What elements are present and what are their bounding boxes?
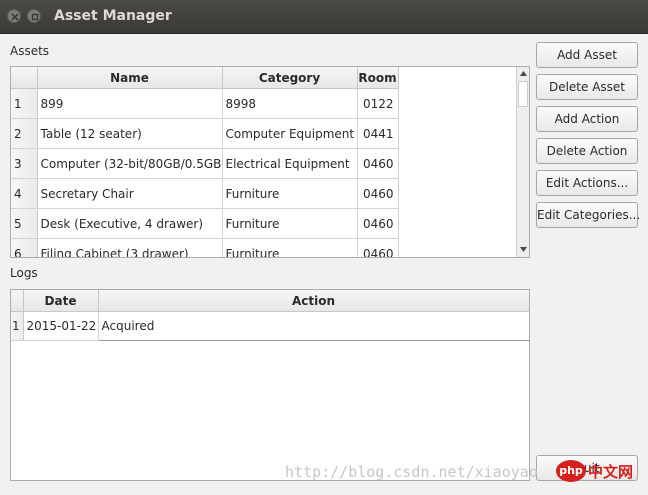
table-row[interactable]: 5 Desk (Executive, 4 drawer) Furniture 0… [11, 208, 399, 239]
logo-badge: php [556, 460, 586, 482]
assets-vertical-scrollbar[interactable] [516, 67, 529, 257]
asset-category-cell[interactable]: 8998 [222, 88, 358, 119]
table-row[interactable]: 1 2015-01-22 Acquired [11, 311, 529, 341]
row-header[interactable]: 4 [11, 178, 38, 209]
assets-table[interactable]: Name Category Room 1 899 8998 0122 2 Tab… [10, 66, 530, 258]
asset-room-cell[interactable]: 0460 [357, 208, 399, 239]
logs-table[interactable]: Date Action 1 2015-01-22 Acquired [10, 289, 530, 481]
delete-asset-button[interactable]: Delete Asset [536, 74, 638, 100]
asset-name-cell[interactable]: 899 [37, 88, 223, 119]
asset-category-cell[interactable]: Furniture [222, 238, 358, 257]
delete-action-button[interactable]: Delete Action [536, 138, 638, 164]
edit-categories-button[interactable]: Edit Categories... [536, 202, 640, 228]
column-header-name[interactable]: Name [37, 67, 223, 89]
log-action-cell[interactable]: Acquired [97, 311, 529, 341]
window-title: Asset Manager [54, 8, 172, 24]
asset-name-cell[interactable]: Desk (Executive, 4 drawer) [37, 208, 223, 239]
watermark-url: http://blog.csdn.net/xiaoyao [285, 463, 538, 481]
column-header-category[interactable]: Category [222, 67, 358, 89]
add-asset-button[interactable]: Add Asset [536, 42, 638, 68]
row-header[interactable]: 6 [11, 238, 38, 257]
minimize-icon[interactable] [27, 9, 41, 23]
table-corner[interactable] [11, 67, 38, 89]
php-cn-logo: php 中文网 [556, 457, 638, 485]
add-action-button[interactable]: Add Action [536, 106, 638, 132]
logs-label: Logs [10, 266, 38, 280]
log-date-cell[interactable]: 2015-01-22 [23, 311, 99, 341]
asset-room-cell[interactable]: 0460 [357, 238, 399, 257]
asset-room-cell[interactable]: 0460 [357, 148, 399, 179]
asset-name-cell[interactable]: Table (12 seater) [37, 118, 223, 149]
column-header-room[interactable]: Room [357, 67, 399, 89]
table-row[interactable]: 4 Secretary Chair Furniture 0460 [11, 178, 399, 209]
row-header[interactable]: 1 [11, 311, 24, 341]
asset-name-cell[interactable]: Secretary Chair [37, 178, 223, 209]
asset-category-cell[interactable]: Electrical Equipment [222, 148, 358, 179]
scroll-down-icon[interactable] [519, 245, 528, 254]
table-row[interactable]: 6 Filing Cabinet (3 drawer) Furniture 04… [11, 238, 399, 257]
asset-category-cell[interactable]: Furniture [222, 208, 358, 239]
row-header[interactable]: 5 [11, 208, 38, 239]
asset-category-cell[interactable]: Furniture [222, 178, 358, 209]
asset-room-cell[interactable]: 0441 [357, 118, 399, 149]
edit-actions-button[interactable]: Edit Actions... [536, 170, 638, 196]
assets-label: Assets [10, 44, 50, 58]
title-bar: Asset Manager [0, 0, 648, 34]
scroll-up-icon[interactable] [519, 69, 528, 78]
asset-name-cell[interactable]: Computer (32-bit/80GB/0.5GB) [37, 148, 223, 179]
asset-category-cell[interactable]: Computer Equipment [222, 118, 358, 149]
row-header[interactable]: 3 [11, 148, 38, 179]
logo-text: 中文网 [588, 463, 634, 481]
asset-manager-window: Asset Manager Assets Name Category Room … [0, 0, 648, 495]
row-header[interactable]: 2 [11, 118, 38, 149]
close-icon[interactable] [7, 9, 21, 23]
column-header-action[interactable]: Action [98, 290, 529, 312]
column-header-date[interactable]: Date [23, 290, 99, 312]
asset-name-cell[interactable]: Filing Cabinet (3 drawer) [37, 238, 223, 257]
table-row[interactable]: 2 Table (12 seater) Computer Equipment 0… [11, 118, 399, 149]
table-row[interactable]: 1 899 8998 0122 [11, 88, 399, 119]
row-header[interactable]: 1 [11, 88, 38, 119]
table-row[interactable]: 3 Computer (32-bit/80GB/0.5GB) Electrica… [11, 148, 399, 179]
asset-room-cell[interactable]: 0122 [357, 88, 399, 119]
scrollbar-thumb[interactable] [518, 81, 528, 107]
table-corner[interactable] [11, 290, 24, 312]
asset-room-cell[interactable]: 0460 [357, 178, 399, 209]
